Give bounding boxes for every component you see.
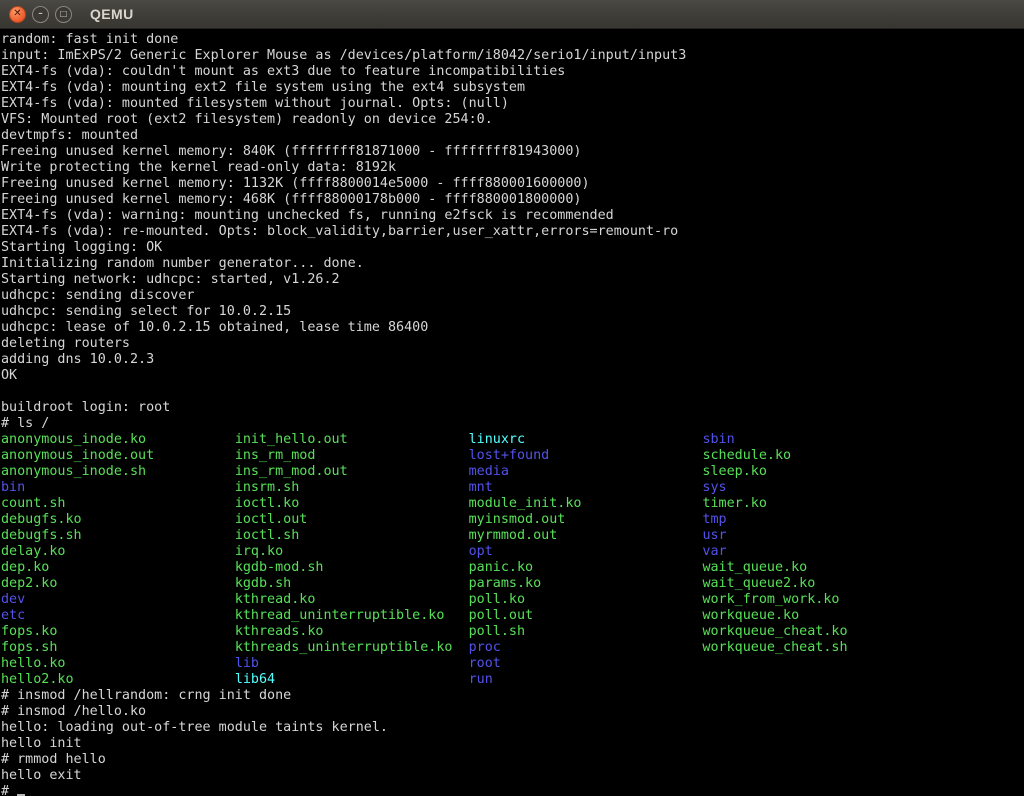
- terminal-line: bin insrm.sh mnt sys: [1, 480, 1024, 496]
- terminal-line: fops.ko kthreads.ko poll.sh workqueue_ch…: [1, 624, 1024, 640]
- window-titlebar[interactable]: ✕ – □ QEMU: [0, 0, 1024, 29]
- terminal-line: hello init: [1, 736, 1024, 752]
- terminal-line: Freeing unused kernel memory: 840K (ffff…: [1, 144, 1024, 160]
- terminal-line: Freeing unused kernel memory: 468K (ffff…: [1, 192, 1024, 208]
- terminal-line: anonymous_inode.sh ins_rm_mod.out media …: [1, 464, 1024, 480]
- terminal-line: dep.ko kgdb-mod.sh panic.ko wait_queue.k…: [1, 560, 1024, 576]
- terminal-line: hello2.ko lib64 run: [1, 672, 1024, 688]
- terminal-line: random: fast init done: [1, 32, 1024, 48]
- terminal-screen[interactable]: random: fast init doneinput: ImExPS/2 Ge…: [0, 29, 1024, 796]
- terminal-line: count.sh ioctl.ko module_init.ko timer.k…: [1, 496, 1024, 512]
- terminal-line: delay.ko irq.ko opt var: [1, 544, 1024, 560]
- terminal-line: hello.ko lib root: [1, 656, 1024, 672]
- terminal-line: deleting routers: [1, 336, 1024, 352]
- close-button[interactable]: ✕: [9, 6, 26, 23]
- minimize-icon: –: [38, 10, 43, 19]
- terminal-line: udhcpc: sending discover: [1, 288, 1024, 304]
- terminal-line: # rmmod hello: [1, 752, 1024, 768]
- terminal-line: udhcpc: sending select for 10.0.2.15: [1, 304, 1024, 320]
- terminal-line: OK: [1, 368, 1024, 384]
- maximize-button[interactable]: □: [55, 6, 72, 23]
- close-icon: ✕: [13, 9, 21, 19]
- terminal-line: dev kthread.ko poll.ko work_from_work.ko: [1, 592, 1024, 608]
- terminal-line: EXT4-fs (vda): couldn't mount as ext3 du…: [1, 64, 1024, 80]
- terminal-line: udhcpc: lease of 10.0.2.15 obtained, lea…: [1, 320, 1024, 336]
- terminal-line: EXT4-fs (vda): mounting ext2 file system…: [1, 80, 1024, 96]
- terminal-line: adding dns 10.0.2.3: [1, 352, 1024, 368]
- terminal-line: [1, 384, 1024, 400]
- terminal-line: etc kthread_uninterruptible.ko poll.out …: [1, 608, 1024, 624]
- terminal-line: EXT4-fs (vda): mounted filesystem withou…: [1, 96, 1024, 112]
- terminal-line: Write protecting the kernel read-only da…: [1, 160, 1024, 176]
- terminal-line: # insmod /hellrandom: crng init done: [1, 688, 1024, 704]
- terminal-line: Initializing random number generator... …: [1, 256, 1024, 272]
- terminal-line: # insmod /hello.ko: [1, 704, 1024, 720]
- terminal-line: VFS: Mounted root (ext2 filesystem) read…: [1, 112, 1024, 128]
- terminal-line: anonymous_inode.out ins_rm_mod lost+foun…: [1, 448, 1024, 464]
- terminal-line: devtmpfs: mounted: [1, 128, 1024, 144]
- terminal-line: #: [1, 784, 1024, 796]
- terminal-line: EXT4-fs (vda): warning: mounting uncheck…: [1, 208, 1024, 224]
- terminal-line: EXT4-fs (vda): re-mounted. Opts: block_v…: [1, 224, 1024, 240]
- minimize-button[interactable]: –: [32, 6, 49, 23]
- terminal-line: # ls /: [1, 416, 1024, 432]
- terminal-line: Starting network: udhcpc: started, v1.26…: [1, 272, 1024, 288]
- terminal-line: Freeing unused kernel memory: 1132K (fff…: [1, 176, 1024, 192]
- terminal-line: fops.sh kthreads_uninterruptible.ko proc…: [1, 640, 1024, 656]
- terminal-line: dep2.ko kgdb.sh params.ko wait_queue2.ko: [1, 576, 1024, 592]
- terminal-line: anonymous_inode.ko init_hello.out linuxr…: [1, 432, 1024, 448]
- terminal-line: input: ImExPS/2 Generic Explorer Mouse a…: [1, 48, 1024, 64]
- qemu-window: ✕ – □ QEMU random: fast init doneinput: …: [0, 0, 1024, 796]
- terminal-line: hello exit: [1, 768, 1024, 784]
- terminal-line: Starting logging: OK: [1, 240, 1024, 256]
- maximize-icon: □: [60, 10, 68, 18]
- terminal-line: debugfs.sh ioctl.sh myrmmod.out usr: [1, 528, 1024, 544]
- terminal-line: debugfs.ko ioctl.out myinsmod.out tmp: [1, 512, 1024, 528]
- terminal-line: hello: loading out-of-tree module taints…: [1, 720, 1024, 736]
- terminal-line: buildroot login: root: [1, 400, 1024, 416]
- window-title: QEMU: [90, 7, 134, 21]
